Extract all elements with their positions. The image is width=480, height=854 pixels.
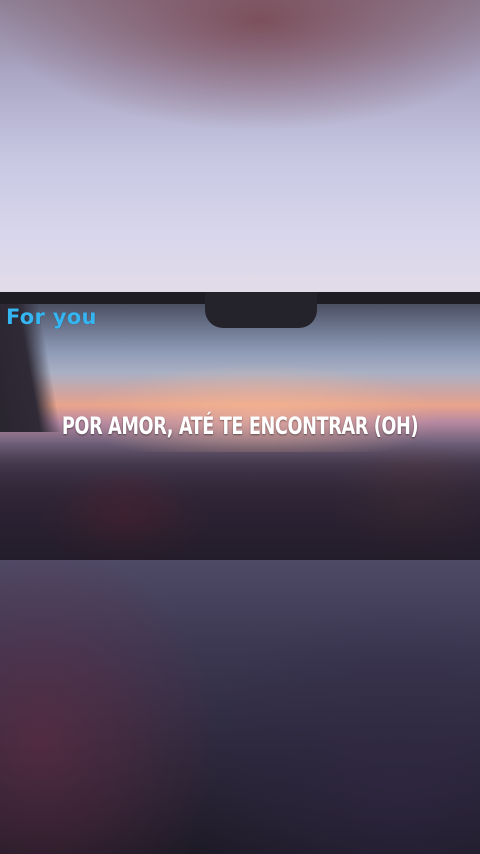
watermark-text: For you <box>6 305 97 329</box>
blurred-background-top <box>0 0 480 292</box>
rearview-mirror <box>205 292 317 328</box>
video-player-screen[interactable]: For you POR AMOR, ATÉ TE ENCONTRAR (OH) <box>0 0 480 854</box>
lyric-caption: POR AMOR, ATÉ TE ENCONTRAR (OH) <box>61 412 419 440</box>
car-dashboard <box>0 442 480 562</box>
blurred-background-bottom <box>0 560 480 854</box>
